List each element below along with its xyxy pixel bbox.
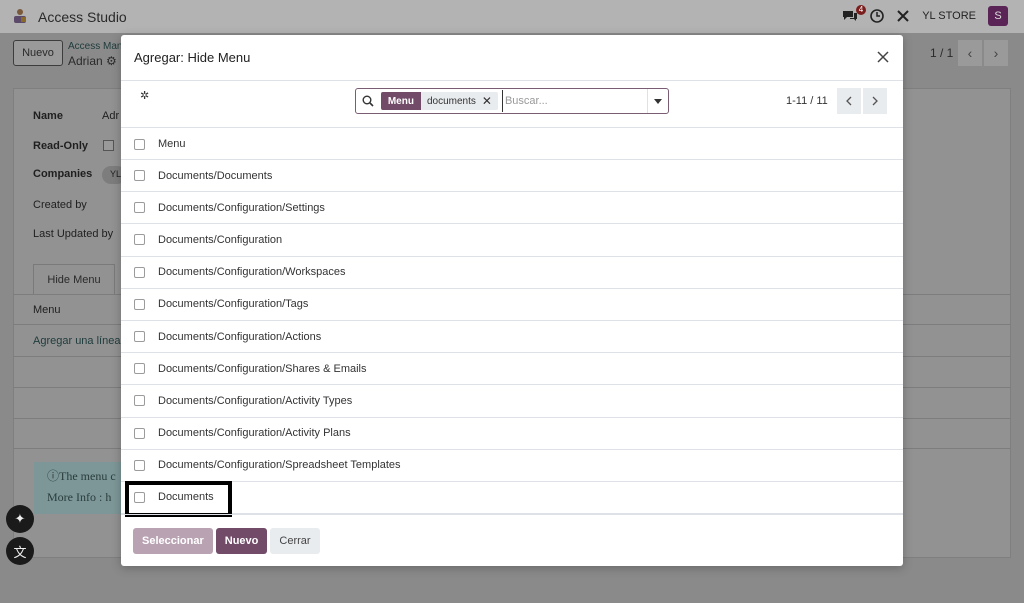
new-button[interactable]: Nuevo [215, 527, 268, 554]
app-title[interactable]: Access Studio [38, 9, 127, 25]
add-hide-menu-dialog: Agregar: Hide Menu ✲ Menu documents ✕ 1-… [121, 35, 903, 566]
dialog-pager-value[interactable]: 1-11 / 11 [786, 95, 828, 107]
row-checkbox[interactable] [134, 331, 145, 343]
bg-label-last-updated-by: Last Updated by [33, 228, 114, 240]
top-navbar: Access Studio 4 YL STORE S [0, 0, 1024, 33]
caret-down-icon [653, 98, 662, 104]
row-menu-cell[interactable]: Documents [158, 491, 214, 503]
chat-badge: 4 [855, 5, 867, 15]
pager-next-icon[interactable] [863, 88, 887, 114]
row-menu-cell[interactable]: Documents/Configuration/Activity Plans [158, 427, 351, 439]
bg-pager-buttons: ‹ › [958, 40, 1008, 66]
row-checkbox[interactable] [134, 202, 145, 214]
column-header-menu[interactable]: Menu [158, 138, 186, 150]
info-icon: ⓘ [47, 469, 60, 483]
row-menu-cell[interactable]: Documents/Configuration/Settings [158, 202, 325, 214]
bg-pager-next-icon[interactable]: › [984, 40, 1008, 66]
menu-list: Menu Documents/Documents Documents/Confi… [121, 129, 903, 517]
systray: 4 YL STORE S [842, 5, 1008, 26]
search-input[interactable] [501, 90, 647, 112]
tools-icon[interactable] [896, 9, 910, 23]
bg-note-line2: More Info : h [47, 490, 112, 504]
row-checkbox[interactable] [134, 234, 145, 246]
search-bar: Menu documents ✕ [355, 88, 669, 114]
table-row[interactable]: Documents/Configuration/Spreadsheet Temp… [121, 450, 903, 482]
dialog-header: Agregar: Hide Menu [121, 35, 903, 81]
bg-menu-header: Menu [33, 304, 61, 316]
pager-prev-icon[interactable] [837, 88, 861, 114]
search-facet: Menu documents ✕ [380, 92, 498, 110]
bg-label-companies: Companies [33, 168, 93, 180]
bg-value-name: Adr [102, 110, 120, 122]
table-row[interactable]: Documents/Configuration/Activity Types [121, 385, 903, 418]
bg-label-created-by: Created by [33, 199, 87, 211]
dialog-title: Agregar: Hide Menu [134, 50, 251, 65]
translate-icon[interactable]: 文 [6, 537, 34, 565]
gear-icon[interactable]: ✲ [140, 89, 149, 102]
user-avatar[interactable]: S [988, 6, 1008, 26]
select-button[interactable]: Seleccionar [133, 527, 213, 554]
bg-new-button[interactable]: Nuevo [13, 40, 63, 66]
row-checkbox[interactable] [134, 459, 145, 471]
list-header: Menu [121, 129, 903, 160]
table-row[interactable]: Documents/Configuration/Actions [121, 321, 903, 354]
table-row[interactable]: Documents/Configuration/Settings [121, 192, 903, 225]
table-row[interactable]: Documents/Configuration/Activity Plans [121, 418, 903, 450]
row-menu-cell[interactable]: Documents/Configuration/Workspaces [158, 266, 346, 278]
row-checkbox[interactable] [134, 427, 145, 439]
ai-sparkle-icon[interactable]: ✦ [6, 505, 34, 533]
row-checkbox[interactable] [134, 266, 145, 278]
row-checkbox[interactable] [134, 491, 145, 503]
search-icon[interactable] [356, 89, 381, 113]
bg-note-line1: ⓘThe menu c [47, 467, 116, 484]
table-row[interactable]: Documents/Configuration/Shares & Emails [121, 353, 903, 386]
facet-label: Menu [380, 92, 421, 110]
dialog-pager-buttons [837, 88, 887, 114]
row-menu-cell[interactable]: Documents/Configuration/Tags [158, 298, 308, 310]
row-checkbox[interactable] [134, 363, 145, 375]
row-menu-cell[interactable]: Documents/Configuration/Spreadsheet Temp… [158, 459, 401, 471]
bg-read-only-checkbox[interactable] [103, 140, 114, 151]
bg-add-line-link[interactable]: Agregar una línea [33, 335, 120, 347]
row-checkbox[interactable] [134, 395, 145, 407]
row-checkbox[interactable] [134, 170, 145, 182]
bg-tab-hide-menu[interactable]: Hide Menu [33, 264, 115, 294]
chat-icon[interactable]: 4 [842, 5, 867, 23]
row-menu-cell[interactable]: Documents/Configuration/Actions [158, 331, 321, 343]
table-row[interactable]: Documents/Configuration [121, 224, 903, 257]
bg-breadcrumb-current: Adrian ⚙ [68, 54, 117, 68]
dialog-control-panel: ✲ Menu documents ✕ 1-11 / 11 [121, 81, 903, 128]
bg-note-line1-text: The menu c [59, 469, 116, 483]
row-checkbox[interactable] [134, 298, 145, 310]
facet-remove-icon[interactable]: ✕ [482, 94, 498, 108]
table-row[interactable]: Documents/Configuration/Tags [121, 289, 903, 321]
clock-icon[interactable] [870, 9, 885, 23]
bg-gear-icon[interactable]: ⚙ [106, 54, 117, 68]
bg-pager-prev-icon[interactable]: ‹ [958, 40, 982, 66]
row-menu-cell[interactable]: Documents/Documents [158, 170, 272, 182]
app-logo-icon[interactable] [12, 8, 28, 24]
bg-pager-value: 1 / 1 [930, 46, 954, 60]
row-menu-cell[interactable]: Documents/Configuration/Activity Types [158, 395, 352, 407]
search-options-toggle[interactable] [646, 89, 668, 113]
row-menu-cell[interactable]: Documents/Configuration [158, 234, 282, 246]
close-button[interactable]: Cerrar [270, 527, 320, 554]
row-menu-cell[interactable]: Documents/Configuration/Shares & Emails [158, 363, 366, 375]
dialog-footer: Seleccionar Nuevo Cerrar [121, 514, 903, 566]
bg-breadcrumb-parent[interactable]: Access Man [68, 41, 122, 52]
facet-value: documents [426, 95, 476, 107]
select-all-checkbox[interactable] [134, 138, 145, 150]
close-icon[interactable] [875, 49, 891, 65]
table-row[interactable]: Documents/Configuration/Workspaces [121, 257, 903, 289]
table-row[interactable]: Documents/Documents [121, 160, 903, 193]
table-row[interactable]: Documents [121, 480, 903, 517]
bg-label-name: Name [33, 110, 63, 122]
company-switcher[interactable]: YL STORE [922, 10, 976, 22]
bg-breadcrumb-current-label: Adrian [68, 54, 103, 68]
bg-label-read-only: Read-Only [33, 140, 89, 152]
